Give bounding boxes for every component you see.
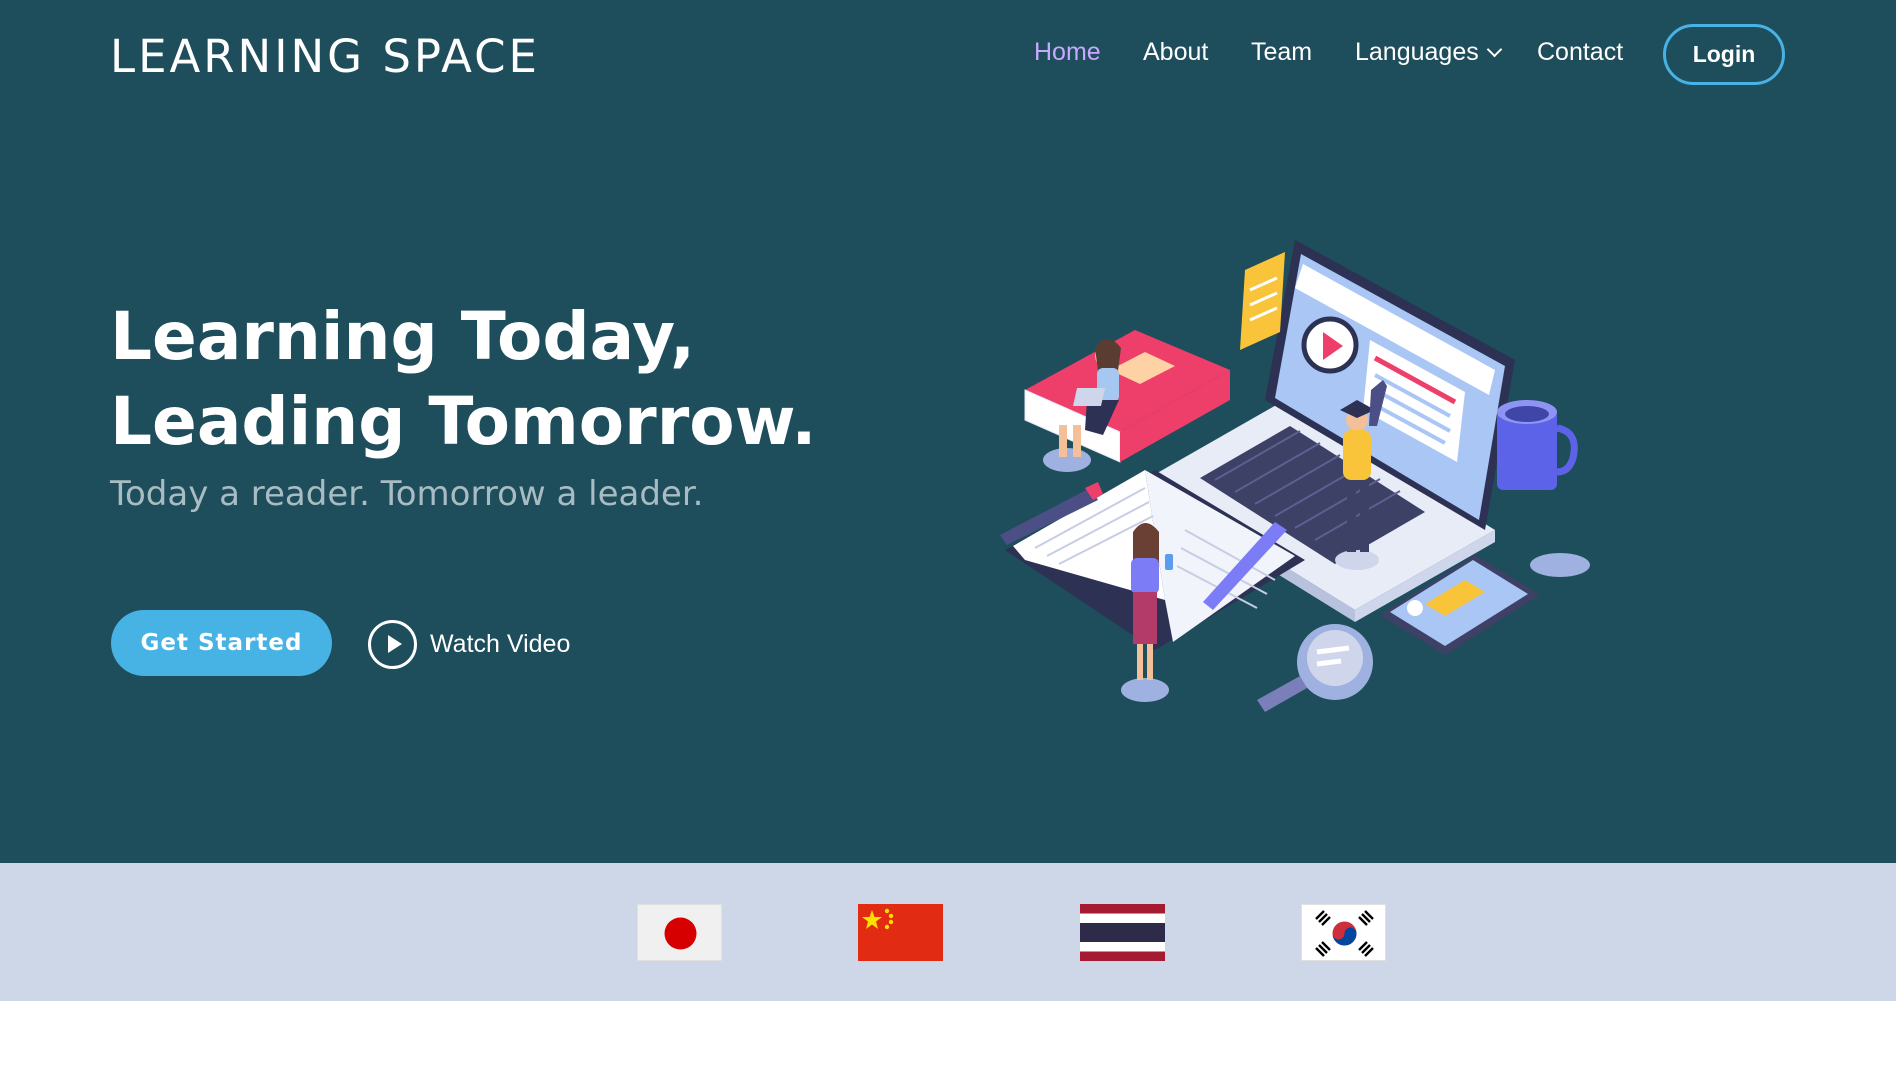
play-icon	[368, 619, 417, 669]
login-button[interactable]: Login	[1663, 24, 1785, 85]
language-flags-band	[0, 863, 1898, 1001]
hero-subline: Today a reader. Tomorrow a leader.	[110, 474, 704, 514]
thailand-flag-icon[interactable]	[1080, 904, 1165, 961]
nav-about[interactable]: About	[1143, 38, 1208, 67]
watch-video-button[interactable]: Watch Video	[368, 619, 570, 669]
japan-flag-icon[interactable]	[637, 904, 722, 961]
south-korea-flag-icon[interactable]	[1301, 904, 1386, 961]
next-section	[0, 1001, 1898, 1080]
nav-home[interactable]: Home	[1034, 38, 1101, 67]
get-started-button[interactable]: Get Started	[111, 610, 332, 676]
nav-languages[interactable]: Languages	[1355, 38, 1503, 67]
hero-illustration	[1000, 240, 1590, 712]
nav-team[interactable]: Team	[1251, 38, 1312, 67]
brand-logo[interactable]: LEARNING SPACE	[110, 30, 540, 83]
nav-languages-label: Languages	[1355, 38, 1479, 66]
nav-contact[interactable]: Contact	[1537, 38, 1623, 67]
watch-video-label: Watch Video	[430, 629, 571, 658]
china-flag-icon[interactable]	[858, 904, 943, 961]
hero-headline: Learning Today, Leading Tomorrow.	[110, 298, 817, 460]
chevron-down-icon	[1486, 41, 1503, 58]
